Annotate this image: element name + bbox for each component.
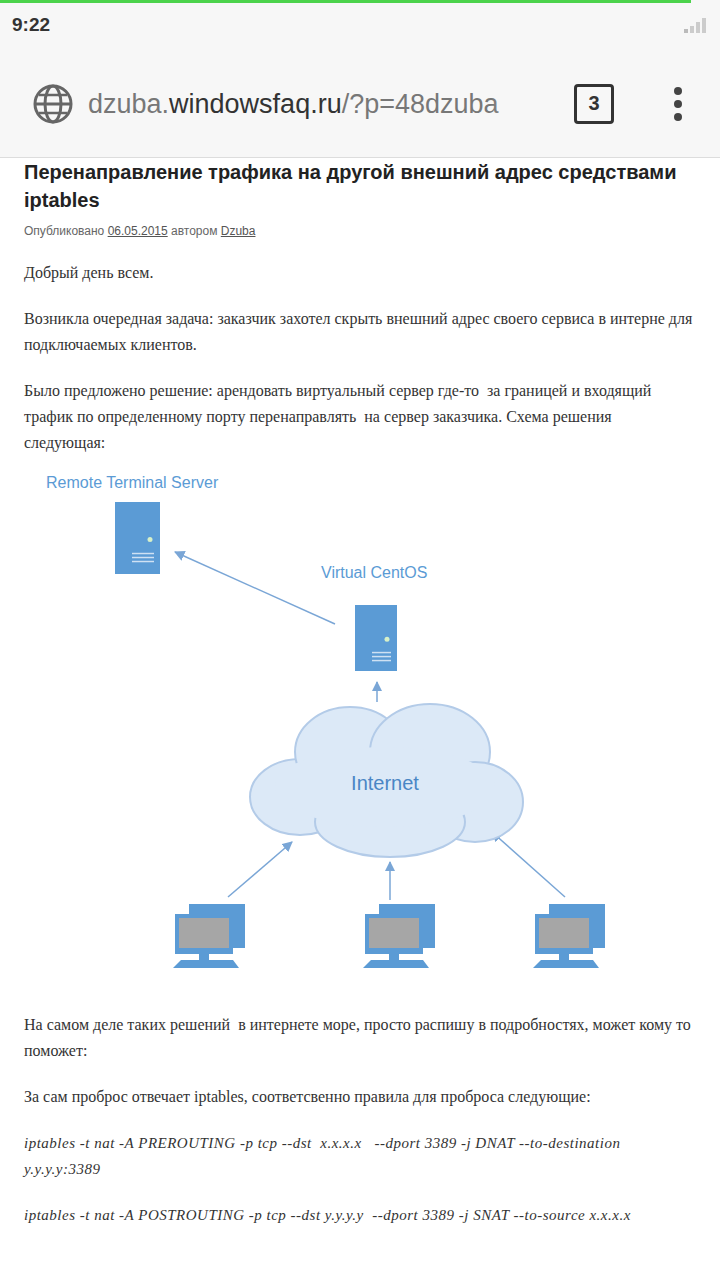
paragraph: Добрый день всем.: [24, 260, 696, 286]
cloud-label: Internet: [285, 772, 485, 795]
client-computer-icon: [363, 904, 435, 968]
address-bar: dzuba.windowsfaq.ru/?p=48dzuba 3: [0, 50, 720, 158]
paragraph: Возникла очередная задача: заказчик захо…: [24, 306, 696, 358]
article-meta: Опубликовано 06.05.2015 автором Dzuba: [24, 222, 696, 240]
paragraph: Было предложено решение: арендовать вирт…: [24, 378, 696, 456]
paragraph: На самом деле таких решений в интернете …: [24, 1012, 696, 1064]
server-icon: [115, 502, 160, 574]
paragraph: За сам проброс отвечает iptables, соотве…: [24, 1084, 696, 1110]
diagram-canvas: [0, 462, 720, 992]
client-computer-icon: [173, 904, 245, 968]
article-title: Перенаправление трафика на другой внешни…: [24, 158, 696, 214]
command-line: iptables -t nat -A POSTROUTING -p tcp --…: [24, 1202, 696, 1228]
client-computer-icon: [533, 904, 605, 968]
network-diagram: Remote Terminal Server Virtual CentOS Inte…: [0, 462, 720, 992]
status-time: 9:22: [12, 14, 50, 36]
command-line: iptables -t nat -A PREROUTING -p tcp --d…: [24, 1130, 696, 1182]
signal-icon: [682, 16, 710, 34]
article: Перенаправление трафика на другой внешни…: [0, 158, 720, 1248]
arrow-line: [228, 842, 292, 897]
arrow-line: [492, 832, 565, 897]
server-label: Remote Terminal Server: [46, 474, 218, 492]
tab-count-button[interactable]: 3: [574, 84, 614, 124]
url-field[interactable]: dzuba.windowsfaq.ru/?p=48dzuba: [88, 84, 552, 124]
progress-fill: [0, 0, 691, 3]
browser-screen: 9:22 dzuba.windowsfaq.ru/?p=48dzuba 3 Перен…: [0, 0, 720, 1280]
server-label: Virtual CentOS: [321, 564, 427, 582]
server-icon: [355, 605, 397, 671]
arrow-line: [175, 552, 335, 624]
page-load-progress: [0, 0, 720, 3]
globe-icon: [32, 83, 74, 125]
author-link[interactable]: Dzuba: [221, 224, 256, 238]
menu-icon[interactable]: [672, 86, 684, 122]
date-link[interactable]: 06.05.2015: [108, 224, 168, 238]
cloud-icon: [250, 704, 523, 857]
arrow-line: [389, 862, 391, 900]
arrow-line: [376, 682, 378, 702]
status-bar: 9:22: [0, 0, 720, 50]
